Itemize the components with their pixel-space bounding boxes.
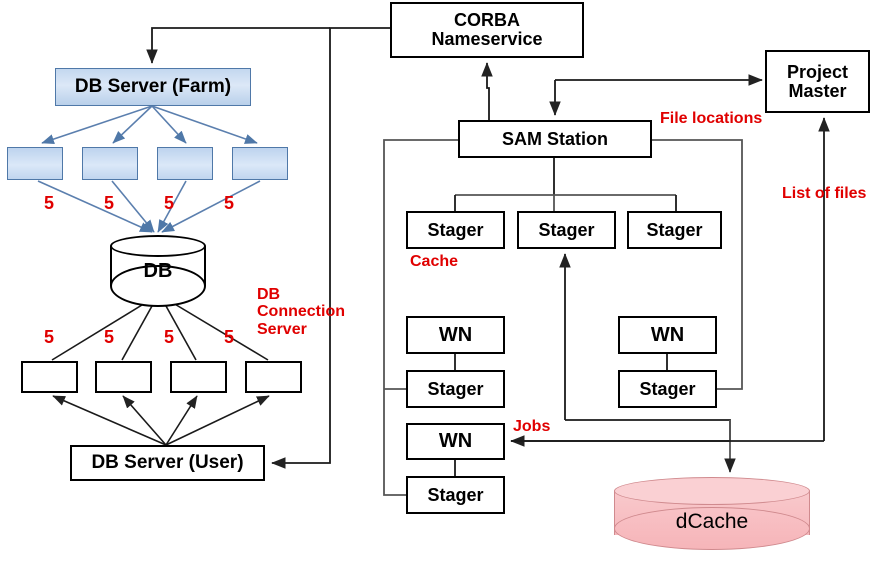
- farm-worker-3[interactable]: [157, 147, 213, 180]
- db-cylinder-top: [110, 235, 206, 257]
- count-farm-3: 5: [164, 193, 175, 213]
- dcache-cylinder-top: [614, 477, 810, 505]
- stager-left-2-label: Stager: [427, 484, 484, 505]
- db-cylinder-label: DB: [143, 260, 173, 282]
- sam-station-label: SAM Station: [502, 128, 608, 149]
- farm-worker-4[interactable]: [232, 147, 288, 180]
- stager-top-2-label: Stager: [538, 219, 595, 240]
- count-user-1: 5: [44, 327, 55, 347]
- wn-right-label: WN: [650, 323, 685, 346]
- db-server-user-node[interactable]: DB Server (User): [70, 445, 265, 481]
- project-master-node[interactable]: Project Master: [765, 50, 870, 113]
- db-cylinder[interactable]: DB: [110, 235, 206, 307]
- stager-left-2[interactable]: Stager: [406, 476, 505, 514]
- list-of-files-label: List of files: [782, 185, 867, 202]
- db-connection-server-label: DB Connection Server: [257, 286, 345, 338]
- db-server-user-label: DB Server (User): [91, 452, 244, 474]
- count-farm-2: 5: [104, 193, 115, 213]
- wn-left-2[interactable]: WN: [406, 423, 505, 460]
- sam-station-node[interactable]: SAM Station: [458, 120, 652, 158]
- user-server-fanout-connectors: [52, 395, 270, 446]
- stager-right[interactable]: Stager: [618, 370, 717, 408]
- corba-nameservice-label: CORBA Nameservice: [431, 10, 543, 49]
- wn-left-2-label: WN: [438, 430, 473, 452]
- wn-left-1[interactable]: WN: [406, 316, 505, 354]
- project-master-label: Project Master: [786, 61, 849, 101]
- count-farm-4: 5: [224, 193, 235, 213]
- stager-right-label: Stager: [639, 378, 696, 399]
- db-server-farm-label: DB Server (Farm): [74, 76, 232, 98]
- file-locations-label: File locations: [660, 110, 763, 127]
- farm-worker-2[interactable]: [82, 147, 138, 180]
- user-worker-1[interactable]: [21, 361, 78, 393]
- user-worker-3[interactable]: [170, 361, 227, 393]
- user-worker-4[interactable]: [245, 361, 302, 393]
- jobs-label: Jobs: [513, 418, 551, 435]
- dcache-cylinder-label: dCache: [675, 510, 749, 533]
- farm-fanout-connectors: [41, 105, 258, 145]
- count-user-2: 5: [104, 327, 115, 347]
- count-user-3: 5: [164, 327, 175, 347]
- wn-left-1-label: WN: [438, 323, 473, 346]
- stager-top-1-label: Stager: [427, 219, 484, 240]
- stager-left-1[interactable]: Stager: [406, 370, 505, 408]
- user-worker-2[interactable]: [95, 361, 152, 393]
- stager-top-3[interactable]: Stager: [627, 211, 722, 249]
- db-server-farm-node[interactable]: DB Server (Farm): [55, 68, 251, 106]
- corba-nameservice-node[interactable]: CORBA Nameservice: [390, 2, 584, 58]
- stager-top-1[interactable]: Stager: [406, 211, 505, 249]
- stager-left-1-label: Stager: [427, 378, 484, 399]
- count-farm-1: 5: [44, 193, 55, 213]
- wn-right[interactable]: WN: [618, 316, 717, 354]
- count-user-4: 5: [224, 327, 235, 347]
- cache-label: Cache: [410, 253, 459, 270]
- stager-top-2[interactable]: Stager: [517, 211, 616, 249]
- dcache-cylinder[interactable]: dCache: [614, 477, 810, 550]
- farm-worker-1[interactable]: [7, 147, 63, 180]
- architecture-diagram: DB Server (Farm) DB DB Server (User) COR…: [0, 0, 891, 563]
- stager-top-3-label: Stager: [646, 219, 703, 240]
